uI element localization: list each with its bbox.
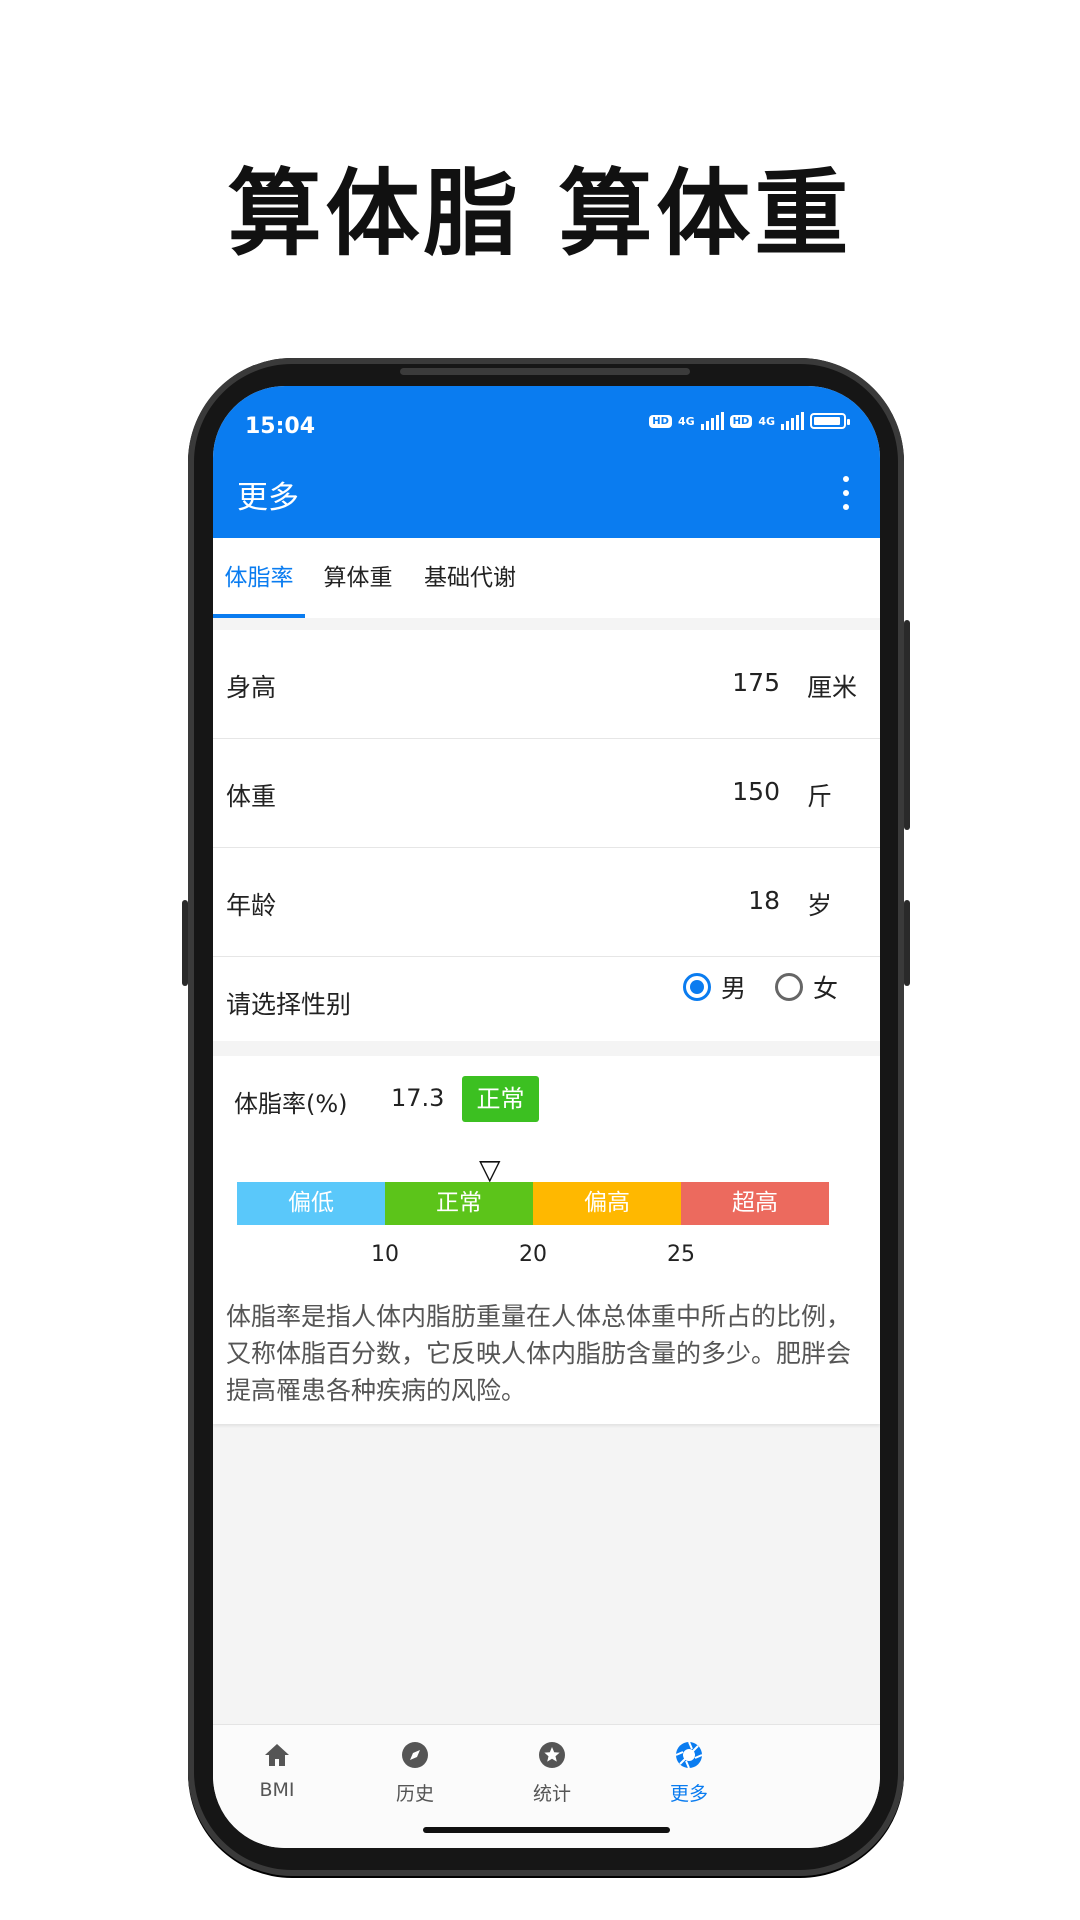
tab-basal-metabolism[interactable]: 基础代谢 [417, 538, 523, 618]
gender-male-label: 男 [721, 974, 747, 1003]
nav-history-label: 历史 [395, 1783, 434, 1805]
radio-checked-icon [683, 973, 711, 1001]
volume-button [182, 900, 188, 986]
weight-unit: 斤 [807, 782, 833, 811]
height-value[interactable]: 175 [732, 668, 780, 697]
gender-label: 请选择性别 [226, 990, 352, 1019]
scale-tick: 10 [371, 1242, 399, 1267]
overflow-menu-icon[interactable] [840, 476, 852, 510]
value-marker-icon: ▽ [479, 1153, 501, 1186]
compass-icon [402, 1742, 428, 1768]
scale-tick: 25 [667, 1242, 695, 1267]
network-label: 4G [758, 414, 775, 428]
tab-bar: 体脂率 算体重 基础代谢 [213, 538, 880, 618]
phone-screen: 15:04 HD 4G HD 4G 更多 体脂率 算体重 基础代谢 身高 175… [213, 386, 880, 1848]
scale-normal: 正常 [385, 1182, 533, 1225]
network-label: 4G [677, 414, 695, 428]
aperture-icon [675, 1741, 703, 1769]
body-fat-label: 体脂率(%) [234, 1090, 348, 1118]
nav-stats[interactable]: 统计 [492, 1725, 612, 1825]
battery-icon [810, 413, 850, 429]
gender-female-label: 女 [813, 974, 839, 1003]
promo-headline: 算体脂 算体重 [227, 160, 853, 269]
tab-calc-weight[interactable]: 算体重 [317, 538, 399, 618]
result-card: 体脂率(%) 17.3 正常 ▽ 偏低 正常 偏高 超高 10 20 25 体脂… [213, 1056, 880, 1424]
gender-male-radio[interactable]: 男 [683, 969, 746, 1005]
gender-female-radio[interactable]: 女 [775, 969, 838, 1005]
side-button [904, 900, 910, 986]
nav-more-label: 更多 [669, 1783, 708, 1805]
body-fat-description: 体脂率是指人体内脂肪重量在人体总体重中所占的比例，又称体脂百分数，它反映人体内脂… [226, 1302, 852, 1405]
hd-icon: HD [649, 414, 672, 428]
signal-icon [700, 412, 724, 430]
nav-stats-label: 统计 [532, 1783, 571, 1805]
input-form: 身高 175 厘米 体重 150 斤 年龄 18 岁 请选择性别 男 女 [213, 630, 880, 1041]
range-scale: 偏低 正常 偏高 超高 [237, 1182, 829, 1225]
bottom-nav: BMI 历史 统计 更多 [213, 1724, 880, 1848]
app-bar: 15:04 HD 4G HD 4G 更多 [213, 386, 880, 538]
nav-bmi-label: BMI [259, 1779, 295, 1801]
scale-low: 偏低 [237, 1182, 385, 1225]
star-icon [539, 1742, 565, 1768]
power-button [904, 620, 910, 830]
earpiece [400, 368, 690, 375]
age-row[interactable]: 年龄 18 岁 [213, 848, 880, 957]
radio-unchecked-icon [775, 973, 803, 1001]
status-time: 15:04 [245, 414, 316, 439]
app-bar-title: 更多 [237, 480, 299, 516]
gender-row: 请选择性别 男 女 [213, 957, 880, 1041]
hd-icon: HD [729, 414, 753, 428]
home-icon [265, 1744, 289, 1766]
weight-label: 体重 [226, 782, 277, 811]
height-unit: 厘米 [807, 673, 858, 702]
age-unit: 岁 [807, 891, 833, 920]
nav-bmi[interactable]: BMI [217, 1725, 337, 1825]
tab-body-fat[interactable]: 体脂率 [213, 538, 305, 618]
scale-high: 偏高 [533, 1182, 681, 1225]
home-indicator[interactable] [423, 1827, 670, 1833]
scale-tick: 20 [519, 1242, 547, 1267]
signal-icon [781, 412, 804, 430]
nav-history[interactable]: 历史 [355, 1725, 475, 1825]
weight-row[interactable]: 体重 150 斤 [213, 739, 880, 848]
age-value[interactable]: 18 [748, 886, 780, 915]
height-row[interactable]: 身高 175 厘米 [213, 630, 880, 739]
weight-value[interactable]: 150 [732, 777, 780, 806]
body-fat-value: 17.3 [391, 1084, 445, 1112]
scale-very-high: 超高 [681, 1182, 829, 1225]
nav-more[interactable]: 更多 [629, 1725, 749, 1825]
status-icons: HD 4G HD 4G [649, 412, 850, 430]
age-label: 年龄 [226, 891, 277, 920]
height-label: 身高 [226, 673, 277, 702]
status-badge: 正常 [462, 1076, 539, 1122]
